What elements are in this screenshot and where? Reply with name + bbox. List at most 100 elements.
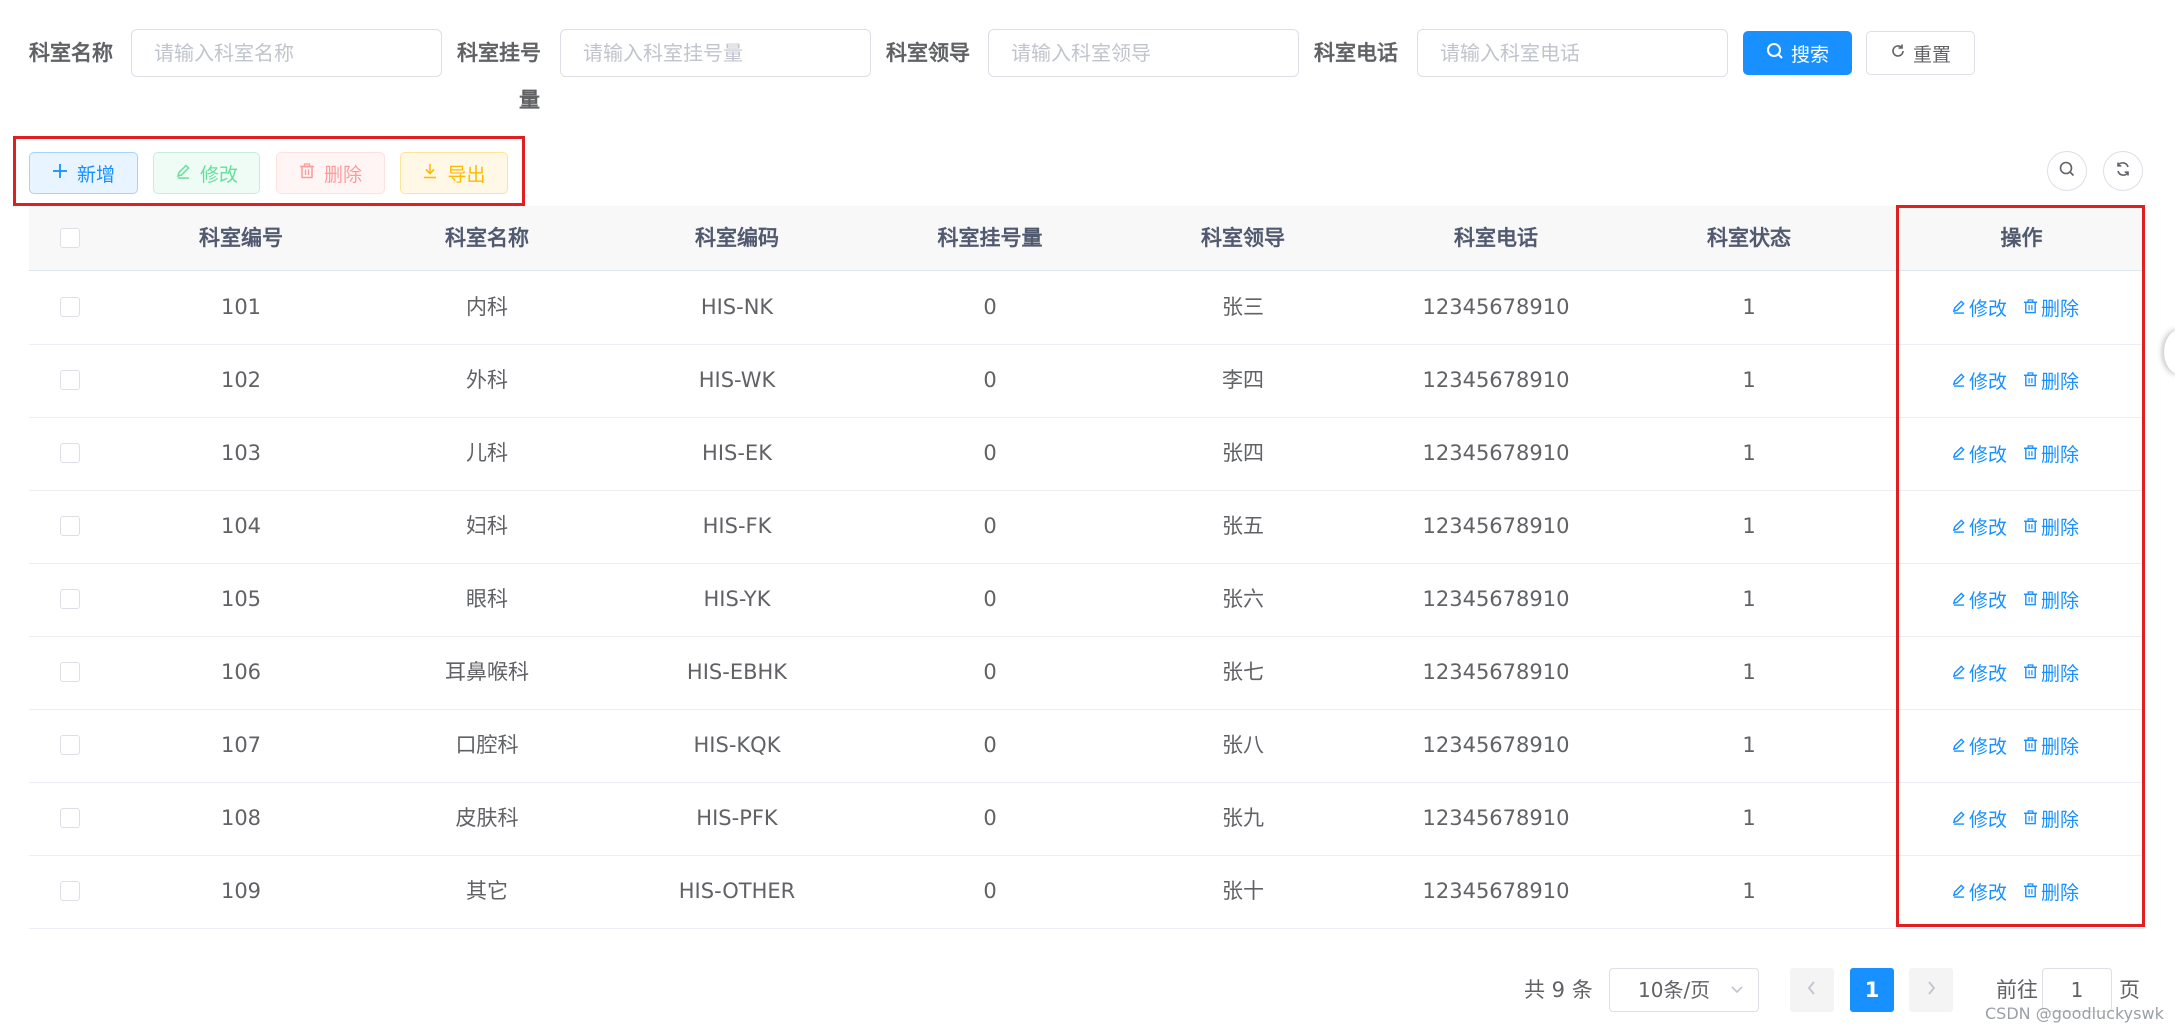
cell-id: 107: [220, 733, 262, 757]
add-button[interactable]: 新增: [29, 152, 138, 194]
cell-name: 儿科: [466, 441, 508, 465]
row-checkbox[interactable]: [60, 881, 80, 901]
cell-phone: 12345678910: [1422, 441, 1570, 465]
cell-leader: 张八: [1222, 733, 1264, 757]
page-number-current[interactable]: 1: [1850, 968, 1894, 1012]
cell-phone: 12345678910: [1422, 368, 1570, 392]
row-checkbox[interactable]: [60, 735, 80, 755]
row-checkbox[interactable]: [60, 589, 80, 609]
dept-name-input[interactable]: [131, 29, 442, 77]
row-checkbox[interactable]: [60, 516, 80, 536]
search-button-label: 搜索: [1790, 43, 1829, 66]
cell-leader: 张十: [1222, 879, 1264, 903]
cell-status: 1: [1742, 295, 1756, 319]
row-checkbox[interactable]: [60, 297, 80, 317]
dept-phone-input[interactable]: [1417, 29, 1728, 77]
side-scroll-handle[interactable]: [2164, 330, 2175, 374]
cell-registration: 0: [983, 660, 997, 684]
cell-registration: 0: [983, 368, 997, 392]
cell-code: HIS-YK: [703, 587, 771, 611]
cell-leader: 张六: [1222, 587, 1264, 611]
dept-leader-input[interactable]: [988, 29, 1299, 77]
cell-status: 1: [1742, 587, 1756, 611]
cell-id: 101: [220, 295, 262, 319]
search-icon: [1766, 42, 1784, 65]
cell-phone: 12345678910: [1422, 733, 1570, 757]
table-row: 103 儿科 HIS-EK 0 张四 12345678910 1 修改 删除: [29, 417, 2144, 491]
export-button[interactable]: 导出: [400, 152, 508, 194]
refresh-icon: [2114, 160, 2132, 182]
prev-page-button[interactable]: [1790, 968, 1834, 1012]
cell-code: HIS-EBHK: [686, 660, 788, 684]
table-row: 105 眼科 HIS-YK 0 张六 12345678910 1 修改 删除: [29, 563, 2144, 637]
table-row: 106 耳鼻喉科 HIS-EBHK 0 张七 12345678910 1 修改 删除: [29, 636, 2144, 710]
table-row: 101 内科 HIS-NK 0 张三 12345678910 1 修改 删除: [29, 271, 2144, 345]
cell-registration: 0: [983, 806, 997, 830]
cell-id: 106: [220, 660, 262, 684]
actions-highlight-box: [1896, 205, 2145, 927]
cell-status: 1: [1742, 514, 1756, 538]
cell-name: 眼科: [466, 587, 508, 611]
cell-code: HIS-OTHER: [678, 879, 796, 903]
cell-code: HIS-FK: [702, 514, 772, 538]
cell-registration: 0: [983, 879, 997, 903]
cell-name: 其它: [466, 879, 508, 903]
edit-button-label: 修改: [199, 163, 238, 186]
row-checkbox[interactable]: [60, 662, 80, 682]
cell-id: 103: [220, 441, 262, 465]
cell-phone: 12345678910: [1422, 806, 1570, 830]
cell-registration: 0: [983, 587, 997, 611]
export-button-label: 导出: [447, 163, 486, 186]
cell-code: HIS-EK: [702, 441, 772, 465]
reset-button[interactable]: 重置: [1866, 31, 1975, 75]
column-header-name: 科室名称: [445, 226, 529, 250]
cell-registration: 0: [983, 441, 997, 465]
toggle-search-button[interactable]: [2047, 151, 2087, 191]
column-header-leader: 科室领导: [1201, 226, 1285, 250]
cell-code: HIS-WK: [698, 368, 776, 392]
cell-status: 1: [1742, 368, 1756, 392]
row-checkbox[interactable]: [60, 443, 80, 463]
edit-icon: [175, 162, 191, 184]
next-page-button[interactable]: [1909, 968, 1953, 1012]
cell-phone: 12345678910: [1422, 879, 1570, 903]
search-button[interactable]: 搜索: [1743, 31, 1852, 75]
table-row: 104 妇科 HIS-FK 0 张五 12345678910 1 修改 删除: [29, 490, 2144, 564]
reset-button-label: 重置: [1912, 43, 1951, 66]
refresh-icon: [1890, 42, 1906, 64]
refresh-table-button[interactable]: [2103, 151, 2143, 191]
cell-status: 1: [1742, 879, 1756, 903]
goto-prefix: 前往: [1996, 978, 2038, 1002]
column-header-id: 科室编号: [199, 226, 283, 250]
column-header-status: 科室状态: [1707, 226, 1791, 250]
dept-registration-label-wrap: 量: [519, 88, 540, 112]
cell-phone: 12345678910: [1422, 295, 1570, 319]
table-row: 109 其它 HIS-OTHER 0 张十 12345678910 1 修改 删除: [29, 855, 2144, 929]
cell-registration: 0: [983, 733, 997, 757]
page-size-select[interactable]: 10条/页: [1609, 968, 1759, 1012]
cell-id: 109: [220, 879, 262, 903]
cell-leader: 张四: [1222, 441, 1264, 465]
select-all-checkbox[interactable]: [60, 228, 80, 248]
cell-id: 105: [220, 587, 262, 611]
cell-phone: 12345678910: [1422, 660, 1570, 684]
trash-icon: [299, 162, 315, 184]
goto-suffix: 页: [2119, 978, 2140, 1002]
delete-button[interactable]: 删除: [276, 152, 385, 194]
row-checkbox[interactable]: [60, 370, 80, 390]
dept-registration-label: 科室挂号: [457, 41, 541, 65]
cell-status: 1: [1742, 733, 1756, 757]
cell-name: 耳鼻喉科: [445, 660, 529, 684]
edit-button[interactable]: 修改: [153, 152, 260, 194]
table-row: 102 外科 HIS-WK 0 李四 12345678910 1 修改 删除: [29, 344, 2144, 418]
cell-code: HIS-KQK: [693, 733, 781, 757]
cell-name: 内科: [466, 295, 508, 319]
cell-name: 口腔科: [455, 733, 519, 757]
search-icon: [2058, 160, 2076, 182]
table-row: 107 口腔科 HIS-KQK 0 张八 12345678910 1 修改 删除: [29, 709, 2144, 783]
dept-registration-input[interactable]: [560, 29, 871, 77]
chevron-left-icon: [1806, 980, 1818, 1000]
row-checkbox[interactable]: [60, 808, 80, 828]
cell-leader: 张九: [1222, 806, 1264, 830]
cell-status: 1: [1742, 660, 1756, 684]
